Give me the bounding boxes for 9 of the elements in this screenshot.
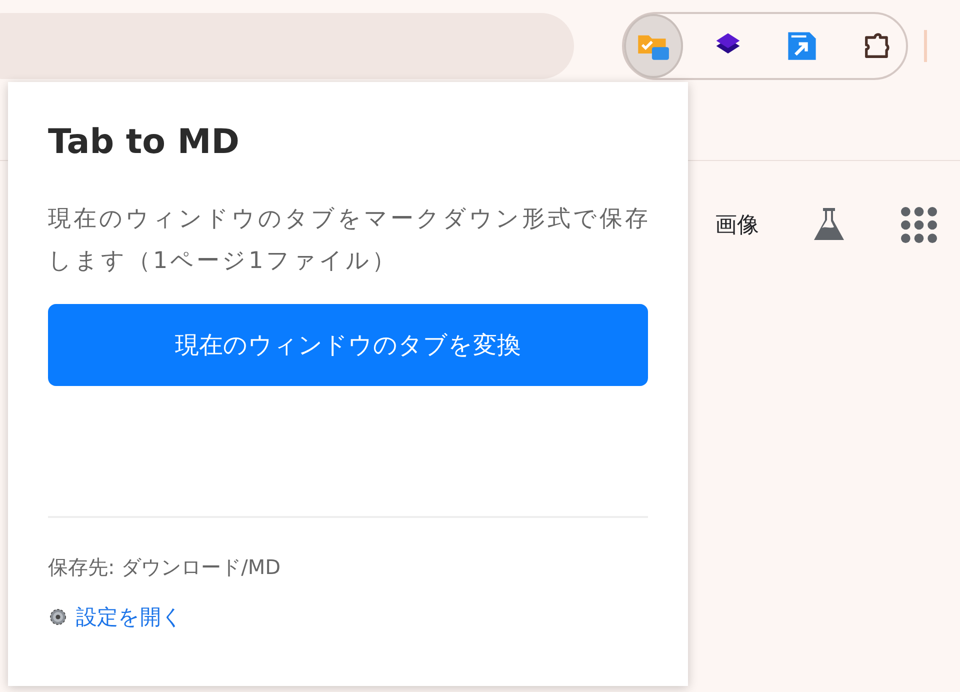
save-path: 保存先: ダウンロード/MD [48,554,282,581]
images-link[interactable]: 画像 [715,210,759,240]
popup-title: Tab to MD [48,122,240,162]
gear-icon [48,607,68,627]
folder-md-icon[interactable] [624,14,682,78]
settings-link[interactable]: 設定を開く [76,603,183,631]
apps-icon[interactable] [899,205,939,245]
convert-button[interactable]: 現在のウィンドウのタブを変換 [48,304,648,386]
description: 現在のウィンドウのタブをマークダウン形式で保存します（1ページ1ファイル） [48,205,652,276]
